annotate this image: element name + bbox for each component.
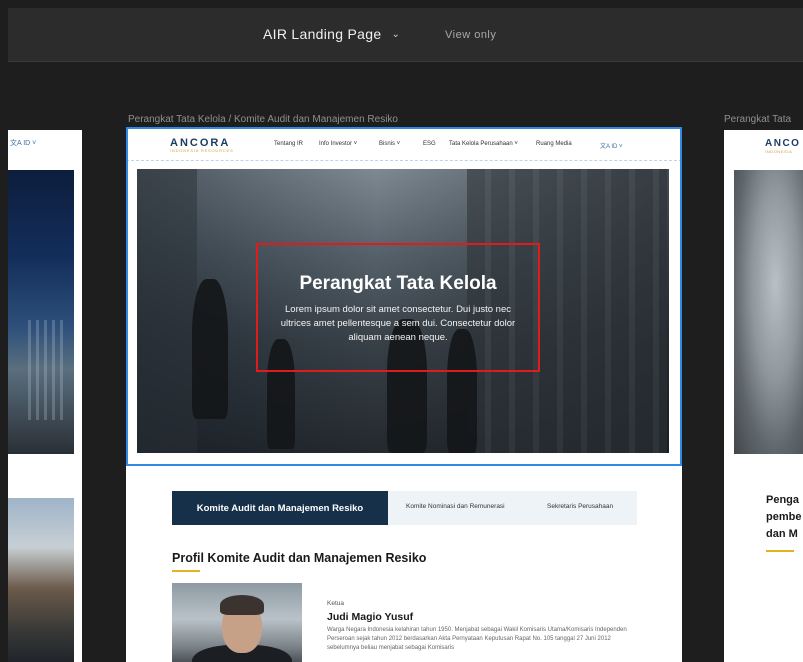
hero-image-right bbox=[734, 170, 803, 454]
logo-subtext: INDONESIA RESOURCES bbox=[170, 148, 234, 153]
nav-item-tentang-ir[interactable]: Tentang IR bbox=[274, 141, 303, 147]
frame-label-right[interactable]: Perangkat Tata bbox=[724, 114, 803, 125]
hero-description: Lorem ipsum dolor sit amet consectetur. … bbox=[280, 304, 516, 343]
file-title-dropdown[interactable]: AIR Landing Page ⌄ bbox=[263, 26, 400, 42]
nav-item-info-investor[interactable]: Info Investor ˅ bbox=[319, 141, 357, 147]
hero-banner: Perangkat Tata Kelola Lorem ipsum dolor … bbox=[137, 169, 669, 453]
frame-label-main[interactable]: Perangkat Tata Kelola / Komite Audit dan… bbox=[128, 114, 398, 125]
section-title: Profil Komite Audit dan Manajemen Resiko bbox=[172, 551, 427, 565]
frame-left-lower[interactable] bbox=[8, 470, 82, 662]
site-navbar: ANCORA INDONESIA RESOURCES Tentang IR In… bbox=[126, 127, 682, 161]
profile-name: Judi Magio Yusuf bbox=[327, 611, 414, 623]
chevron-down-icon: ⌄ bbox=[391, 28, 401, 40]
title-underline bbox=[172, 570, 200, 572]
logo-text: ANCORA bbox=[170, 137, 231, 149]
nav-item-esg[interactable]: ESG bbox=[423, 141, 436, 147]
heading-line: Penga bbox=[766, 494, 800, 506]
profile-bio: Warga Negara Indonesia kelahiran tahun 1… bbox=[327, 627, 627, 651]
ancora-logo[interactable]: ANCORA INDONESIA RESOURCES bbox=[170, 138, 233, 154]
nav-item-bisnis[interactable]: Bisnis ˅ bbox=[379, 141, 400, 147]
mining-image bbox=[8, 498, 74, 662]
right-heading: Penga pembe dan M bbox=[766, 492, 801, 543]
language-selector[interactable]: 文A ID ˅ bbox=[10, 138, 36, 148]
hero-title: Perangkat Tata Kelola bbox=[299, 273, 497, 294]
logo-text: ANCO bbox=[765, 138, 801, 149]
logo-subtext: INDONESIA bbox=[765, 149, 793, 154]
nav-item-ruang-media[interactable]: Ruang Media bbox=[536, 141, 572, 147]
language-selector[interactable]: 文A ID ˅ bbox=[600, 141, 623, 150]
building-left bbox=[137, 169, 197, 453]
tab-komite-audit[interactable]: Komite Audit dan Manajemen Resiko bbox=[172, 491, 388, 525]
profile-role: Ketua bbox=[327, 600, 344, 607]
tab-komite-nominasi[interactable]: Komite Nominasi dan Remunerasi bbox=[406, 503, 505, 510]
view-mode-label: View only bbox=[445, 29, 497, 41]
committee-tabs: Komite Audit dan Manajemen Resiko Komite… bbox=[172, 491, 637, 525]
heading-line: dan M bbox=[766, 528, 798, 540]
photo-hair bbox=[220, 595, 264, 615]
frame-right[interactable]: ANCO INDONESIA Penga pembe dan M bbox=[724, 130, 803, 662]
title-underline bbox=[766, 550, 794, 552]
hero-image-industrial bbox=[8, 170, 74, 454]
frame-left[interactable]: 文A ID ˅ bbox=[8, 130, 82, 470]
tab-sekretaris[interactable]: Sekretaris Perusahaan bbox=[547, 503, 613, 510]
heading-line: pembe bbox=[766, 511, 802, 523]
frame-main[interactable]: ANCORA INDONESIA RESOURCES Tentang IR In… bbox=[126, 127, 682, 662]
file-title: AIR Landing Page bbox=[263, 26, 382, 42]
pedestrian bbox=[192, 279, 228, 419]
viewer-toolbar: AIR Landing Page ⌄ View only bbox=[8, 8, 803, 62]
profile-photo bbox=[172, 583, 302, 662]
nav-item-tata-kelola[interactable]: Tata Kelola Perusahaan ˅ bbox=[449, 141, 518, 147]
